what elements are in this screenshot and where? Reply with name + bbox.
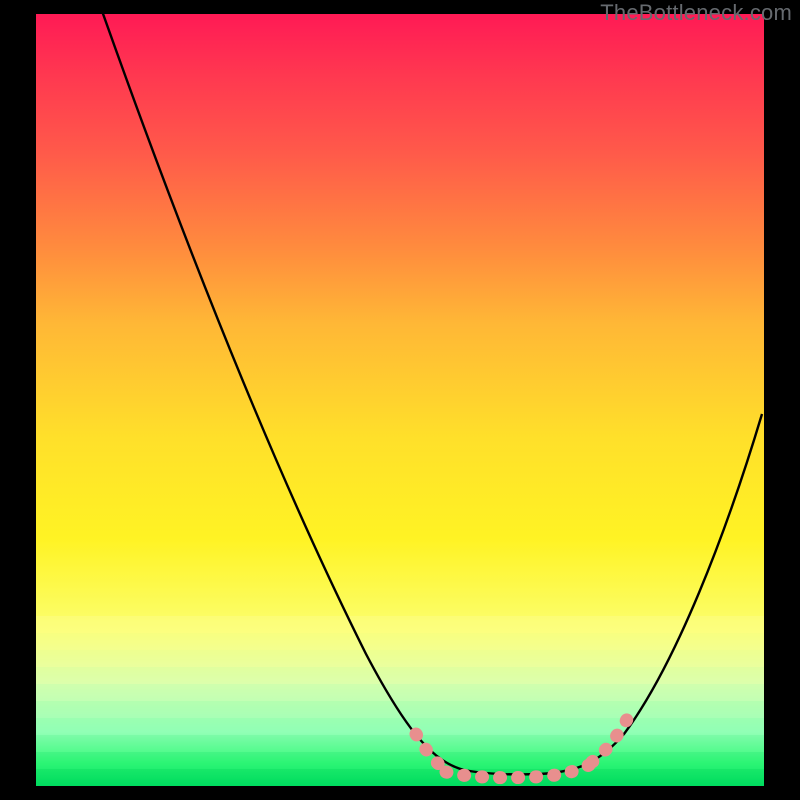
plot-area bbox=[36, 14, 764, 786]
curves-svg bbox=[36, 14, 764, 786]
optimal-band-right-arm bbox=[592, 714, 630, 762]
optimal-band-bottom bbox=[446, 764, 591, 778]
chart-stage: TheBottleneck.com bbox=[0, 0, 800, 800]
bottleneck-curve bbox=[96, 14, 762, 774]
attribution-label: TheBottleneck.com bbox=[600, 0, 792, 26]
